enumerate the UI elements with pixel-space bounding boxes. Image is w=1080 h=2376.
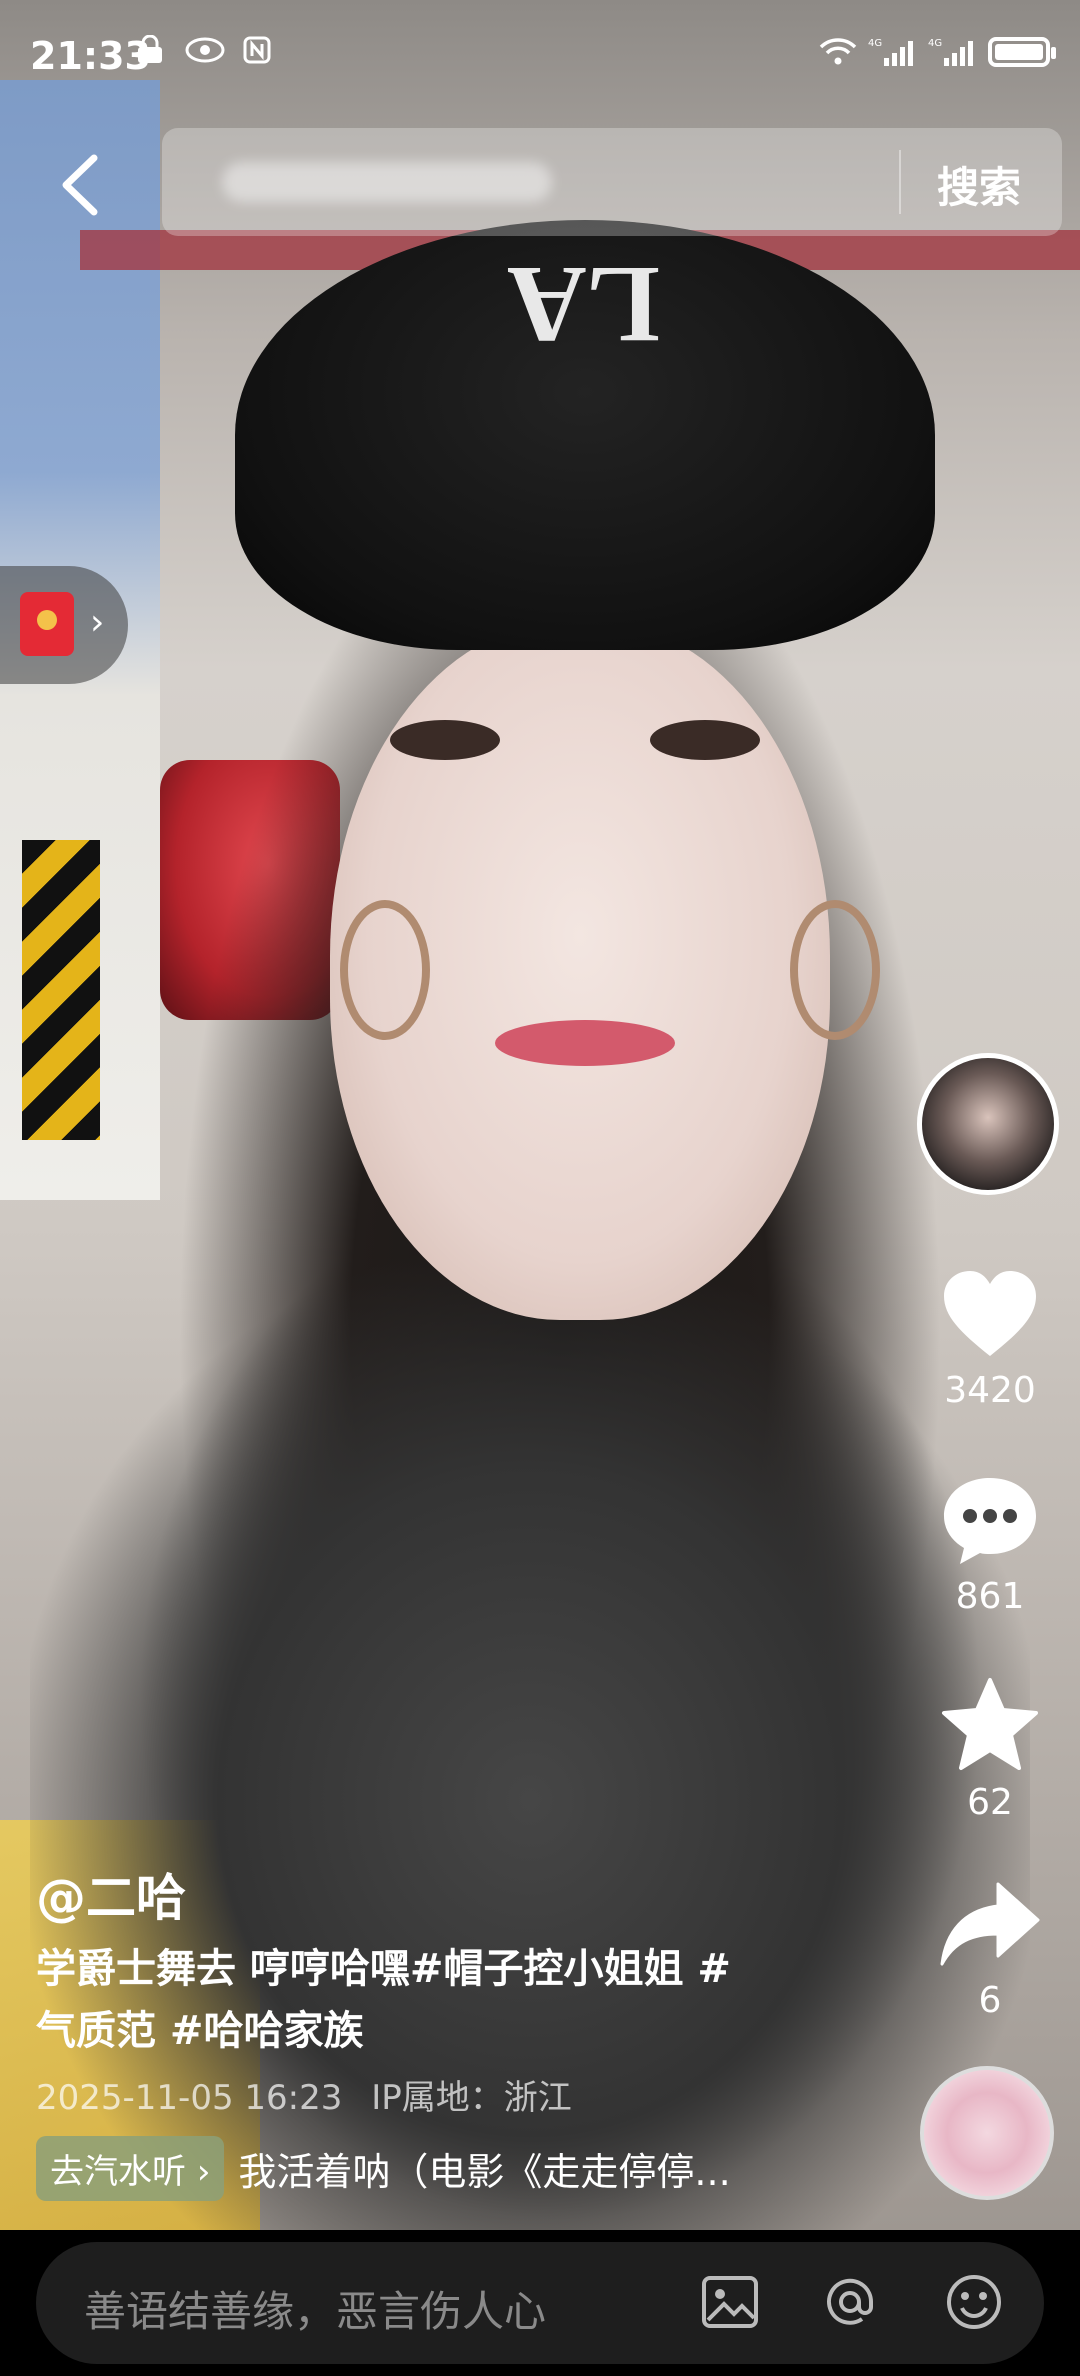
star-icon (942, 1678, 1038, 1770)
svg-text:4G: 4G (928, 38, 942, 49)
status-notification-icons (132, 34, 272, 74)
share-count: 6 (978, 1980, 1002, 2021)
music-title[interactable]: 我活着呐（电影《走走停停... (238, 2141, 730, 2196)
search-button[interactable]: 搜索 (937, 154, 1021, 215)
video-subject-earring (790, 900, 880, 1040)
nfc-icon (243, 36, 271, 64)
video-subject-lips (495, 1020, 675, 1066)
post-meta: 2025-11-05 16:23 IP属地：浙江 (36, 2070, 572, 2119)
description-line: 气质范 #哈哈家族 (36, 2008, 364, 2054)
description-line: 学爵士舞去 哼哼哈嘿#帽子控小姐姐 # (36, 1946, 731, 1992)
signal-4g-icon: 4G (928, 38, 973, 66)
svg-text:4G: 4G (868, 38, 882, 49)
image-icon[interactable] (700, 2272, 760, 2332)
status-bar: 21:33 4G 4G (0, 0, 1080, 110)
chevron-left-icon (62, 154, 98, 216)
comment-count: 861 (955, 1576, 1025, 1617)
red-packet-widget[interactable]: › (0, 566, 128, 684)
comment-button[interactable]: 861 (920, 1474, 1060, 1617)
cap-logo: LA (507, 244, 660, 366)
post-timestamp: 2025-11-05 16:23 (36, 2078, 343, 2118)
ip-location: IP属地：浙江 (371, 2078, 572, 2118)
music-row[interactable]: 去汽水听 › 我活着呐（电影《走走停停... (36, 2136, 731, 2201)
battery-fill (995, 44, 1043, 60)
author-name[interactable]: @二哈 (36, 1858, 186, 1930)
favorite-button[interactable]: 62 (920, 1676, 1060, 1823)
comment-bubble-icon (944, 1478, 1036, 1564)
bottom-bar: 善语结善缘，恶言伤人心 (0, 2230, 1080, 2376)
emoji-icon[interactable] (944, 2272, 1004, 2332)
like-count: 3420 (944, 1370, 1036, 1411)
video-subject-earring (340, 900, 430, 1040)
creator-avatar[interactable] (917, 1053, 1059, 1195)
share-button[interactable]: 6 (920, 1880, 1060, 2021)
heart-icon (944, 1271, 1036, 1356)
wifi-icon (819, 38, 857, 65)
search-divider (899, 150, 901, 214)
status-right-icons: 4G 4G (818, 36, 1056, 68)
chevron-right-icon: › (196, 2152, 211, 2192)
video-subject-eye (650, 720, 760, 760)
signal-4g-icon: 4G (868, 38, 913, 66)
at-icon[interactable] (820, 2272, 880, 2332)
chevron-right-icon: › (90, 602, 105, 643)
comment-input[interactable]: 善语结善缘，恶言伤人心 (36, 2242, 1044, 2364)
comment-input-placeholder: 善语结善缘，恶言伤人心 (84, 2287, 547, 2336)
share-arrow-icon (940, 1882, 1040, 1966)
eye-icon (185, 37, 225, 63)
search-input-blurred[interactable] (222, 162, 552, 202)
lock-icon (138, 34, 162, 63)
back-button[interactable] (54, 150, 114, 220)
video-subject-eye (390, 720, 500, 760)
like-button[interactable]: 3420 (920, 1268, 1060, 1411)
red-envelope-icon (20, 592, 74, 656)
background-hazard-stripe (22, 840, 100, 1140)
favorite-count: 62 (967, 1782, 1013, 1823)
search-bar[interactable]: 搜索 (162, 128, 1062, 236)
music-chip[interactable]: 去汽水听 › (36, 2136, 225, 2201)
battery-icon (988, 37, 1056, 67)
video-description: 学爵士舞去 哼哼哈嘿#帽子控小姐姐 # 气质范 #哈哈家族 (36, 1938, 836, 2062)
music-disc[interactable] (920, 2066, 1054, 2200)
music-chip-label: 去汽水听 (50, 2152, 186, 2192)
